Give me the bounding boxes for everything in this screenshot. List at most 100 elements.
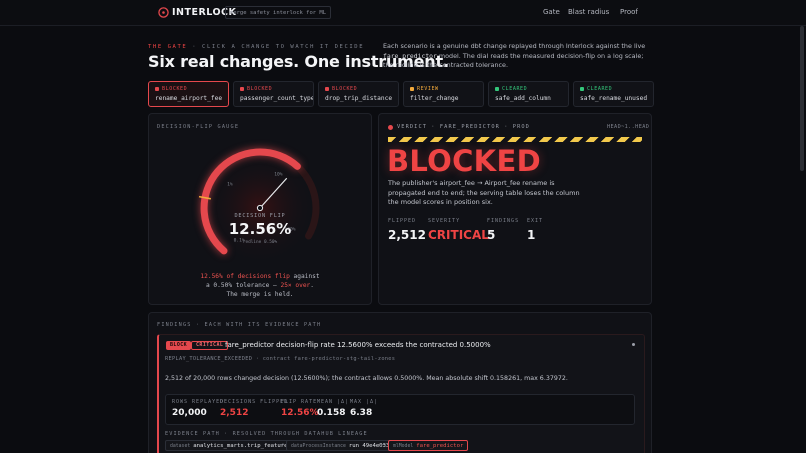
gauge-redline-label: redline 0.50% bbox=[243, 239, 278, 245]
finding-body: 2,512 of 20,000 rows changed decision (1… bbox=[165, 375, 568, 382]
page-scrollbar[interactable] bbox=[800, 26, 804, 171]
evidence-kind: dataProcessInstance bbox=[291, 444, 346, 449]
nav-link-gate[interactable]: Gate bbox=[543, 8, 560, 16]
hero-description: Each scenario is a genuine dbt change re… bbox=[383, 42, 653, 71]
finding-expand-icon[interactable] bbox=[632, 343, 635, 346]
scenario-name: safe_rename_unused bbox=[580, 95, 648, 102]
scenario-name: rename_airport_fee bbox=[155, 95, 223, 102]
verdict-commit-range: HEAD~1..HEAD bbox=[607, 124, 650, 130]
evidence-value: analytics_marts.trip_features bbox=[193, 443, 291, 449]
stat-value: 20,000 bbox=[172, 408, 207, 418]
evidence-value: fare_predictor bbox=[416, 443, 464, 449]
scenario-status: CLEARED bbox=[580, 86, 647, 92]
stat-label: MEAN |Δ| bbox=[317, 399, 350, 405]
scenario-status-label: BLOCKED bbox=[247, 86, 273, 92]
brand-tagline: merge safety interlock for ML bbox=[225, 6, 332, 19]
stat-label: MAX |Δ| bbox=[350, 399, 379, 405]
stat-value: 12.56% bbox=[281, 408, 319, 418]
gauge-center-label: DECISION FLIP bbox=[234, 213, 285, 219]
scenario-status-label: CLEARED bbox=[587, 86, 613, 92]
stat-label: FLIP RATE bbox=[281, 399, 318, 405]
status-square-icon bbox=[155, 87, 159, 91]
status-square-icon bbox=[580, 87, 584, 91]
verdict-header-text: VERDICT · FARE_PREDICTOR · PROD bbox=[397, 124, 530, 130]
verdict-word: BLOCKED bbox=[387, 144, 541, 178]
stat-value: 6.38 bbox=[350, 408, 373, 418]
status-square-icon bbox=[495, 87, 499, 91]
finding-title: fare_predictor decision-flip rate 12.560… bbox=[225, 341, 491, 349]
metric-value: 1 bbox=[527, 228, 536, 242]
finding-block-badge: BLOCK bbox=[166, 341, 192, 350]
evidence-path-label: EVIDENCE PATH · RESOLVED THROUGH DATAHUB… bbox=[165, 431, 368, 437]
scenario-name: drop_trip_distance bbox=[325, 95, 393, 102]
scenario-status-label: BLOCKED bbox=[162, 86, 188, 92]
scenario-tab-drop-trip-distance[interactable]: BLOCKED drop_trip_distance bbox=[318, 81, 399, 107]
scenario-status-label: BLOCKED bbox=[332, 86, 358, 92]
metric-label: SEVERITY bbox=[428, 218, 461, 224]
verdict-status-dot-icon bbox=[388, 124, 393, 130]
scenario-status-label: REVIEW bbox=[417, 86, 439, 92]
metric-value: 5 bbox=[487, 228, 496, 242]
scenario-tab-rename-airport-fee[interactable]: BLOCKED rename_airport_fee bbox=[148, 81, 229, 107]
evidence-node-dataprocessinstance[interactable]: dataProcessInstance run 49e4e033 bbox=[286, 440, 395, 451]
scenario-tab-passenger-count-type[interactable]: BLOCKED passenger_count_type bbox=[233, 81, 314, 107]
scenario-tab-safe-add-column[interactable]: CLEARED safe_add_column bbox=[488, 81, 569, 107]
verdict-description: The publisher's airport_fee → Airport_fe… bbox=[388, 179, 580, 207]
hero-desc-part-1: Each scenario is a genuine dbt change re… bbox=[383, 42, 646, 50]
scenario-status: BLOCKED bbox=[325, 86, 392, 92]
evidence-node-mlmodel[interactable]: mlModel fare_predictor bbox=[388, 440, 469, 451]
finding-code: REPLAY_TOLERANCE_EXCEEDED · contract far… bbox=[165, 356, 396, 362]
nav-link-proof[interactable]: Proof bbox=[620, 8, 638, 16]
finding-stat: FLIP RATE 12.56% bbox=[281, 399, 319, 418]
status-square-icon bbox=[325, 87, 329, 91]
gauge-value: 12.56% bbox=[229, 220, 291, 238]
stat-label: DECISIONS FLIPPED bbox=[220, 399, 289, 405]
verdict-metric-findings: FINDINGS 5 bbox=[487, 218, 519, 242]
finding-stat: DECISIONS FLIPPED 2,512 bbox=[220, 399, 288, 418]
hazard-stripe bbox=[388, 137, 642, 142]
scenario-name: passenger_count_type bbox=[240, 95, 314, 102]
status-square-icon bbox=[240, 87, 244, 91]
nav-link-blast-radius[interactable]: Blast radius bbox=[568, 8, 609, 16]
gauge-tick-label: 1% bbox=[227, 182, 233, 188]
scenario-status: BLOCKED bbox=[155, 86, 222, 92]
verdict-metric-flipped: FLIPPED 2,512 bbox=[388, 218, 426, 242]
status-square-icon bbox=[410, 87, 414, 91]
findings-label: FINDINGS · EACH WITH ITS EVIDENCE PATH bbox=[157, 322, 322, 328]
scenario-status: CLEARED bbox=[495, 86, 562, 92]
scenario-name: filter_change bbox=[410, 95, 459, 102]
decision-flip-gauge: 0.1% 1% 10% 100% DECISION FLIP 12.56% re… bbox=[198, 148, 320, 266]
metric-value: CRITICAL bbox=[428, 228, 489, 242]
finding-stat: MAX |Δ| 6.38 bbox=[350, 399, 378, 418]
hero-desc-model: fare_predictor bbox=[383, 51, 437, 60]
finding-stat: MEAN |Δ| 0.158 bbox=[317, 399, 349, 418]
gauge-panel-label: DECISION-FLIP GAUGE bbox=[157, 124, 240, 130]
gauge-pivot bbox=[256, 204, 264, 212]
metric-value: 2,512 bbox=[388, 228, 426, 242]
evidence-arrow-icon: → bbox=[381, 441, 387, 448]
scenario-status: REVIEW bbox=[410, 86, 477, 92]
gauge-caption-overage: 25× over bbox=[280, 282, 311, 289]
evidence-kind: dataset bbox=[170, 444, 191, 449]
verdict-header: VERDICT · FARE_PREDICTOR · PROD bbox=[388, 124, 530, 130]
stat-value: 0.158 bbox=[317, 408, 346, 418]
stat-value: 2,512 bbox=[220, 408, 249, 418]
scenario-tab-filter-change[interactable]: REVIEW filter_change bbox=[403, 81, 484, 107]
evidence-node-dataset[interactable]: dataset analytics_marts.trip_features bbox=[165, 440, 296, 451]
scenario-status: BLOCKED bbox=[240, 86, 307, 92]
gauge-tick-label: 10% bbox=[274, 172, 283, 178]
evidence-kind: mlModel bbox=[393, 444, 414, 449]
finding-stat: ROWS REPLAYED 20,000 bbox=[172, 399, 224, 418]
scenario-status-label: CLEARED bbox=[502, 86, 528, 92]
gauge-caption: 12.56% of decisions flip against a 0.50%… bbox=[200, 272, 320, 299]
hero-eyebrow-prefix: THE GATE bbox=[148, 44, 188, 50]
metric-label: FINDINGS bbox=[487, 218, 520, 224]
scenario-tab-safe-rename-unused[interactable]: CLEARED safe_rename_unused bbox=[573, 81, 654, 107]
metric-label: EXIT bbox=[527, 218, 544, 224]
verdict-metric-severity: SEVERITY CRITICAL bbox=[428, 218, 489, 242]
gauge-caption-highlight: 12.56% of decisions flip bbox=[200, 273, 290, 280]
hero-eyebrow: THE GATE · CLICK A CHANGE TO WATCH IT DE… bbox=[148, 44, 364, 50]
evidence-arrow-icon: → bbox=[279, 441, 285, 448]
interlock-logo-icon bbox=[158, 7, 169, 18]
scenario-name: safe_add_column bbox=[495, 95, 551, 102]
